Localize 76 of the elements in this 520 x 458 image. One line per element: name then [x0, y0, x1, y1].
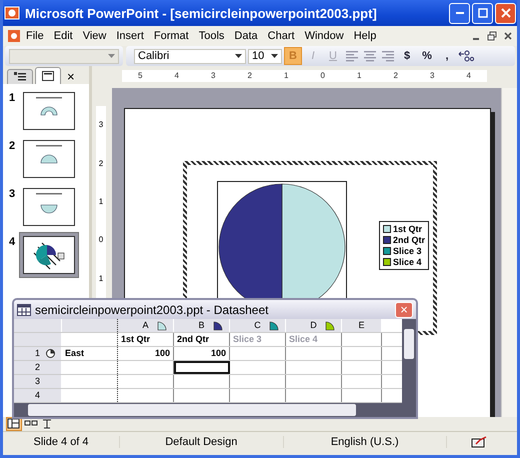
menu-item[interactable]: File: [21, 30, 49, 42]
align-center-icon[interactable]: [363, 50, 377, 62]
table-cell[interactable]: 2nd Qtr: [174, 333, 230, 346]
status-text: English (U.S.): [284, 436, 447, 448]
vertical-scrollbar[interactable]: [501, 88, 517, 417]
menu-item[interactable]: Tools: [194, 30, 230, 42]
window-title: Microsoft PowerPoint - [semicircleinpowerpoint2003.ppt]: [25, 6, 378, 20]
menu-item[interactable]: Data: [229, 30, 263, 42]
pie-icon: [46, 349, 55, 358]
minimize-button[interactable]: [449, 2, 470, 24]
slide-number: 4: [9, 236, 16, 248]
menu-item[interactable]: Help: [348, 30, 382, 42]
slides-tab[interactable]: [35, 67, 61, 84]
font-dropdown[interactable]: Calibri: [134, 48, 246, 64]
number-format-button[interactable]: $: [398, 47, 416, 65]
legend-label: Slice 3: [393, 246, 422, 256]
menu-item[interactable]: Edit: [48, 30, 78, 42]
column-header[interactable]: B: [174, 319, 230, 332]
vertical-scrollbar[interactable]: [402, 319, 416, 403]
table-cell[interactable]: 100: [174, 347, 230, 360]
dropdown-arrow-icon: [108, 54, 115, 58]
restore-icon[interactable]: [487, 31, 497, 41]
datasheet-title: semicircleinpowerpoint2003.ppt - Datasheet: [35, 302, 270, 316]
table-cell[interactable]: 1st Qtr: [118, 333, 174, 346]
slide-number: 3: [9, 188, 16, 200]
horizontal-ruler: 5 4 3 2 1 0 1 2 3 4: [122, 70, 487, 82]
slide-thumbnail[interactable]: [19, 232, 79, 278]
vertical-ruler: 3 2 1 0 1: [96, 106, 106, 298]
menu-item[interactable]: Format: [148, 30, 194, 42]
increase-decimal-icon[interactable]: [458, 50, 474, 62]
legend-label: 2nd Qtr: [393, 235, 426, 245]
column-header[interactable]: A: [118, 319, 174, 332]
minimize-icon: [456, 12, 464, 14]
outline-tab[interactable]: [7, 69, 33, 84]
maximize-icon: [478, 8, 488, 18]
row-header[interactable]: 1: [14, 347, 62, 360]
spelling-icon: [470, 436, 487, 448]
dropdown-arrow-icon: [271, 54, 278, 58]
presentation-icon: [4, 5, 20, 21]
active-cell[interactable]: [174, 361, 230, 374]
slide-number: 1: [9, 92, 16, 104]
menu-item[interactable]: Chart: [262, 30, 300, 42]
outline-icon: [14, 72, 26, 82]
row-header[interactable]: 2: [14, 361, 62, 374]
normal-view-icon[interactable]: [7, 418, 21, 430]
dropdown-arrow-icon: [235, 54, 242, 58]
slide-number: 2: [9, 140, 16, 152]
column-header[interactable]: C: [230, 319, 286, 332]
close-icon: [500, 8, 510, 18]
status-text: Default Design: [120, 436, 284, 448]
font-size-dropdown[interactable]: 10: [248, 48, 282, 64]
legend-label: 1st Qtr: [393, 224, 422, 234]
document-icon: [7, 29, 21, 43]
align-left-icon[interactable]: [345, 50, 359, 62]
horizontal-scrollbar[interactable]: [14, 403, 416, 417]
close-icon[interactable]: [503, 31, 513, 41]
menu-item[interactable]: Insert: [111, 30, 149, 42]
close-pane-button[interactable]: ×: [63, 69, 79, 84]
table-cell[interactable]: East: [62, 347, 118, 360]
number-format-button[interactable]: ,: [438, 47, 456, 65]
maximize-button[interactable]: [472, 2, 493, 24]
slide-show-icon[interactable]: [41, 418, 53, 430]
datasheet-icon: [17, 304, 31, 316]
close-button[interactable]: [495, 2, 516, 24]
row-header[interactable]: 3: [14, 375, 62, 388]
status-text: Slide 4 of 4: [3, 436, 120, 448]
row-header[interactable]: 4: [14, 389, 62, 402]
menu-item[interactable]: View: [78, 30, 112, 42]
align-right-icon[interactable]: [381, 50, 395, 62]
column-header[interactable]: E: [342, 319, 382, 332]
table-cell[interactable]: 100: [118, 347, 174, 360]
legend-label: Slice 4: [393, 257, 422, 267]
menu-item[interactable]: Window: [300, 30, 349, 42]
column-header[interactable]: D: [286, 319, 342, 332]
slide-icon: [42, 71, 54, 81]
number-format-button[interactable]: %: [418, 47, 436, 65]
